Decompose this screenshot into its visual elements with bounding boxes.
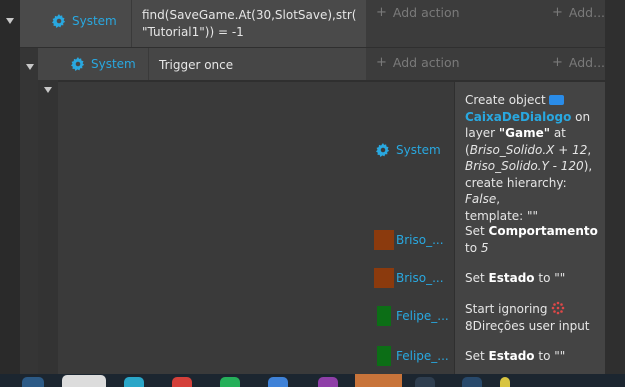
- action1-pos-x: Briso_Solido.X + 12: [469, 142, 588, 157]
- taskbar-app-icon[interactable]: [355, 374, 402, 387]
- action2-to: to: [465, 240, 481, 255]
- add-action-label: Add action: [392, 5, 460, 20]
- gear-icon: [376, 143, 390, 157]
- event2-condition-text[interactable]: Trigger once: [159, 57, 233, 74]
- action1-text[interactable]: Create object CaixaDeDialogo on layer "G…: [465, 92, 601, 224]
- action1-template: template: "": [465, 208, 539, 223]
- action4-prefix: Start ignoring: [465, 302, 548, 316]
- action5-object-label: Felipe_...: [396, 349, 449, 363]
- actions-object-column: [366, 82, 454, 374]
- event1-add-action-button[interactable]: + Add action: [376, 5, 460, 20]
- action1-layer-name: "Game": [498, 126, 551, 140]
- action2-property: Comportamento: [488, 224, 598, 238]
- add-action-label: Add action: [392, 55, 460, 70]
- brown-sprite-icon: [374, 230, 394, 250]
- action1-pos-comma: ,: [587, 142, 592, 157]
- action1-on: on: [575, 109, 591, 124]
- green-sprite-icon: [377, 306, 391, 326]
- taskbar-app-icon[interactable]: [462, 377, 482, 387]
- action3-object-label: Briso_...: [396, 271, 444, 285]
- action5-text[interactable]: Set Estado to "": [465, 348, 601, 365]
- collapse-arrow-event2[interactable]: [26, 64, 34, 70]
- event-gutter: [0, 0, 20, 374]
- action2-text[interactable]: Set Comportamento to 5: [465, 223, 601, 256]
- action3-property: Estado: [488, 271, 535, 285]
- event2-object-label: System: [91, 57, 136, 71]
- taskbar-app-icon[interactable]: [268, 377, 288, 387]
- subevent-gutter: [20, 48, 38, 374]
- action1-object-label: System: [396, 143, 441, 157]
- add-more-label: Add...: [568, 55, 606, 70]
- collapse-arrow-event3[interactable]: [44, 87, 52, 93]
- action3-text[interactable]: Set Estado to "": [465, 270, 601, 287]
- action1-hier-value: False: [465, 192, 497, 206]
- event2-condition-object[interactable]: System: [71, 57, 136, 71]
- action5-prefix: Set: [465, 349, 489, 363]
- vertical-scrollbar[interactable]: [605, 0, 625, 374]
- action2-value: 5: [480, 240, 489, 255]
- event2-add-action-button[interactable]: + Add action: [376, 55, 460, 70]
- taskbar-app-icon[interactable]: [220, 377, 240, 387]
- taskbar-app-icon[interactable]: [124, 377, 144, 387]
- action5-object[interactable]: Felipe_...: [374, 346, 449, 366]
- green-sprite-icon: [377, 346, 391, 366]
- taskbar-app-icon[interactable]: [22, 377, 44, 387]
- action2-object-label: Briso_...: [396, 233, 444, 247]
- taskbar-app-icon[interactable]: [318, 377, 338, 387]
- eight-direction-icon: [551, 301, 564, 315]
- event2-separator: [148, 48, 149, 80]
- action1-pos-y: Briso_Solido.Y - 120: [465, 159, 584, 173]
- collapse-arrow-event1[interactable]: [6, 18, 14, 24]
- action3-prefix: Set: [465, 271, 489, 285]
- taskbar-app-icon[interactable]: [500, 377, 510, 387]
- action1-line1: Create object: [465, 93, 546, 107]
- action3-suffix: to "": [534, 271, 566, 285]
- event1-condition-object[interactable]: System: [52, 14, 117, 28]
- event1-separator: [131, 0, 132, 47]
- event2-add-more-button[interactable]: + Add...: [552, 55, 605, 70]
- action4-object-label: Felipe_...: [396, 309, 449, 323]
- action4-object[interactable]: Felipe_...: [374, 306, 449, 326]
- action1-hier-suffix: ,: [496, 192, 501, 206]
- action1-layer-prefix: layer: [465, 126, 499, 140]
- speech-bubble-icon: [548, 95, 564, 105]
- action4-line2: 8Direções user input: [465, 318, 590, 333]
- taskbar-app-icon[interactable]: [172, 377, 192, 387]
- action1-object-name: CaixaDeDialogo: [465, 109, 572, 124]
- event3-condition-block[interactable]: [58, 82, 366, 374]
- event1-condition-text[interactable]: find(SaveGame.At(30,SlotSave),str( "Tuto…: [142, 7, 356, 41]
- taskbar-app-icon[interactable]: [415, 377, 435, 387]
- action1-layer-suffix: at: [550, 126, 566, 140]
- action5-property: Estado: [488, 349, 535, 363]
- taskbar-active-app-icon[interactable]: [62, 375, 106, 387]
- action2-prefix: Set: [465, 224, 489, 238]
- action2-object[interactable]: Briso_...: [374, 230, 444, 250]
- gear-icon: [52, 14, 66, 28]
- subsubevent-gutter: [38, 80, 58, 374]
- action1-hier-prefix: create hierarchy:: [465, 175, 567, 190]
- brown-sprite-icon: [374, 268, 394, 288]
- add-more-label: Add...: [568, 5, 606, 20]
- action1-object[interactable]: System: [376, 143, 441, 157]
- action4-text[interactable]: Start ignoring 8Direções user input: [465, 301, 601, 334]
- event1-add-more-button[interactable]: + Add...: [552, 5, 605, 20]
- action5-suffix: to "": [534, 349, 566, 363]
- action3-object[interactable]: Briso_...: [374, 268, 444, 288]
- gear-icon: [71, 57, 85, 71]
- action1-pos-close: ),: [583, 159, 593, 173]
- event1-object-label: System: [72, 14, 117, 28]
